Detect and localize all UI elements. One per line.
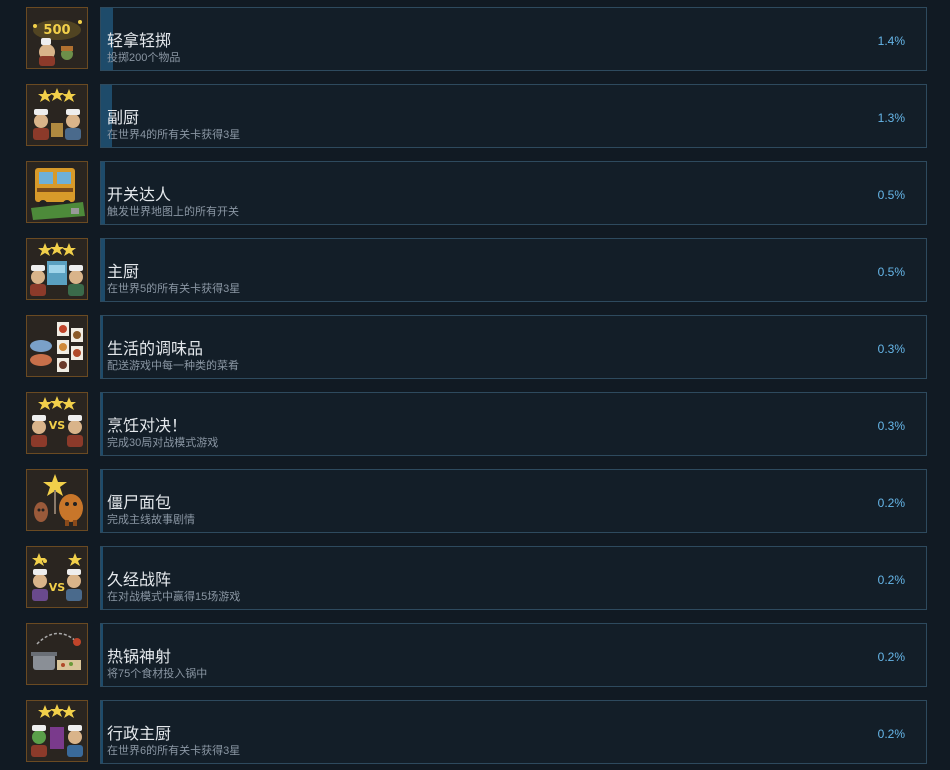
achievement-panel: 开关达人 触发世界地图上的所有开关 0.5% [100, 161, 927, 225]
achievement-list: 500 轻拿轻掷 投掷200个物品 1.4% 副厨 在世界4的所有关卡获得3星 … [0, 0, 950, 770]
food-truck-switch-icon [26, 161, 88, 223]
achievement-row[interactable]: 热锅神射 将75个食材投入锅中 0.2% [0, 623, 950, 689]
achievement-row[interactable]: 僵尸面包 完成主线故事剧情 0.2% [0, 469, 950, 535]
achievement-description: 完成主线故事剧情 [107, 514, 195, 526]
achievement-title: 轻拿轻掷 [107, 33, 172, 50]
progress-fill [101, 393, 104, 455]
executive-chef-three-stars-icon [26, 700, 88, 762]
achievement-description: 在对战模式中赢得15场游戏 [107, 591, 241, 603]
achievement-description: 完成30局对战模式游戏 [107, 437, 219, 449]
achievement-description: 在世界5的所有关卡获得3星 [107, 283, 241, 295]
svg-text:VS: VS [49, 419, 66, 432]
head-chef-three-stars-icon [26, 238, 88, 300]
achievement-title: 行政主厨 [107, 726, 172, 743]
cook-off-vs-icon: VS [26, 392, 88, 454]
achievement-row[interactable]: 生活的调味品 配送游戏中每一种类的菜肴 0.3% [0, 315, 950, 381]
achievement-row[interactable]: 500 轻拿轻掷 投掷200个物品 1.4% [0, 7, 950, 73]
unlock-percent: 0.5% [877, 188, 905, 202]
zombie-bread-icon [26, 469, 88, 531]
achievement-row[interactable]: 行政主厨 在世界6的所有关卡获得3星 0.2% [0, 700, 950, 766]
dish-cards-icon [26, 315, 88, 377]
progress-fill [101, 239, 106, 301]
progress-fill [101, 162, 106, 224]
achievement-title: 主厨 [107, 264, 140, 281]
sous-chef-three-stars-icon [26, 84, 88, 146]
hot-pot-shot-icon [26, 623, 88, 685]
achievement-title: 久经战阵 [107, 572, 172, 589]
achievement-title: 副厨 [107, 110, 140, 127]
achievement-description: 在世界6的所有关卡获得3星 [107, 745, 241, 757]
svg-text:500: 500 [43, 23, 70, 38]
progress-fill [101, 701, 103, 763]
achievement-title: 烹饪对决！ [107, 418, 188, 435]
unlock-percent: 0.3% [877, 419, 905, 433]
achievement-description: 在世界4的所有关卡获得3星 [107, 129, 241, 141]
achievement-panel: 久经战阵 在对战模式中赢得15场游戏 0.2% [100, 546, 927, 610]
progress-fill [101, 624, 103, 686]
unlock-percent: 0.2% [877, 496, 905, 510]
achievement-description: 投掷200个物品 [107, 52, 181, 64]
veteran-vs-icon: VS [26, 546, 88, 608]
achievement-row[interactable]: VS 烹饪对决！ 完成30局对战模式游戏 0.3% [0, 392, 950, 458]
achievement-title: 开关达人 [107, 187, 172, 204]
achievement-description: 触发世界地图上的所有开关 [107, 206, 239, 218]
svg-text:VS: VS [49, 581, 66, 594]
progress-fill [101, 547, 103, 609]
achievement-description: 将75个食材投入锅中 [107, 668, 208, 680]
achievement-panel: 僵尸面包 完成主线故事剧情 0.2% [100, 469, 927, 533]
achievement-title: 僵尸面包 [107, 495, 172, 512]
unlock-percent: 0.2% [877, 573, 905, 587]
achievement-panel: 烹饪对决！ 完成30局对战模式游戏 0.3% [100, 392, 927, 456]
achievement-row[interactable]: 主厨 在世界5的所有关卡获得3星 0.5% [0, 238, 950, 304]
achievement-row[interactable]: 副厨 在世界4的所有关卡获得3星 1.3% [0, 84, 950, 150]
achievement-panel: 副厨 在世界4的所有关卡获得3星 1.3% [100, 84, 927, 148]
achievement-row[interactable]: 开关达人 触发世界地图上的所有开关 0.5% [0, 161, 950, 227]
unlock-percent: 0.5% [877, 265, 905, 279]
achievement-row[interactable]: VS 久经战阵 在对战模式中赢得15场游戏 0.2% [0, 546, 950, 612]
unlock-percent: 1.4% [877, 34, 905, 48]
progress-fill [101, 470, 103, 532]
achievement-description: 配送游戏中每一种类的菜肴 [107, 360, 239, 372]
progress-fill [101, 316, 104, 378]
achievement-title: 生活的调味品 [107, 341, 204, 358]
unlock-percent: 0.2% [877, 727, 905, 741]
unlock-percent: 1.3% [877, 111, 905, 125]
achievement-panel: 热锅神射 将75个食材投入锅中 0.2% [100, 623, 927, 687]
unlock-percent: 0.2% [877, 650, 905, 664]
achievement-panel: 轻拿轻掷 投掷200个物品 1.4% [100, 7, 927, 71]
unlock-percent: 0.3% [877, 342, 905, 356]
achievement-title: 热锅神射 [107, 649, 172, 666]
achievement-panel: 行政主厨 在世界6的所有关卡获得3星 0.2% [100, 700, 927, 764]
achievement-panel: 主厨 在世界5的所有关卡获得3星 0.5% [100, 238, 927, 302]
throw-items-500-icon: 500 [26, 7, 88, 69]
achievement-panel: 生活的调味品 配送游戏中每一种类的菜肴 0.3% [100, 315, 927, 379]
